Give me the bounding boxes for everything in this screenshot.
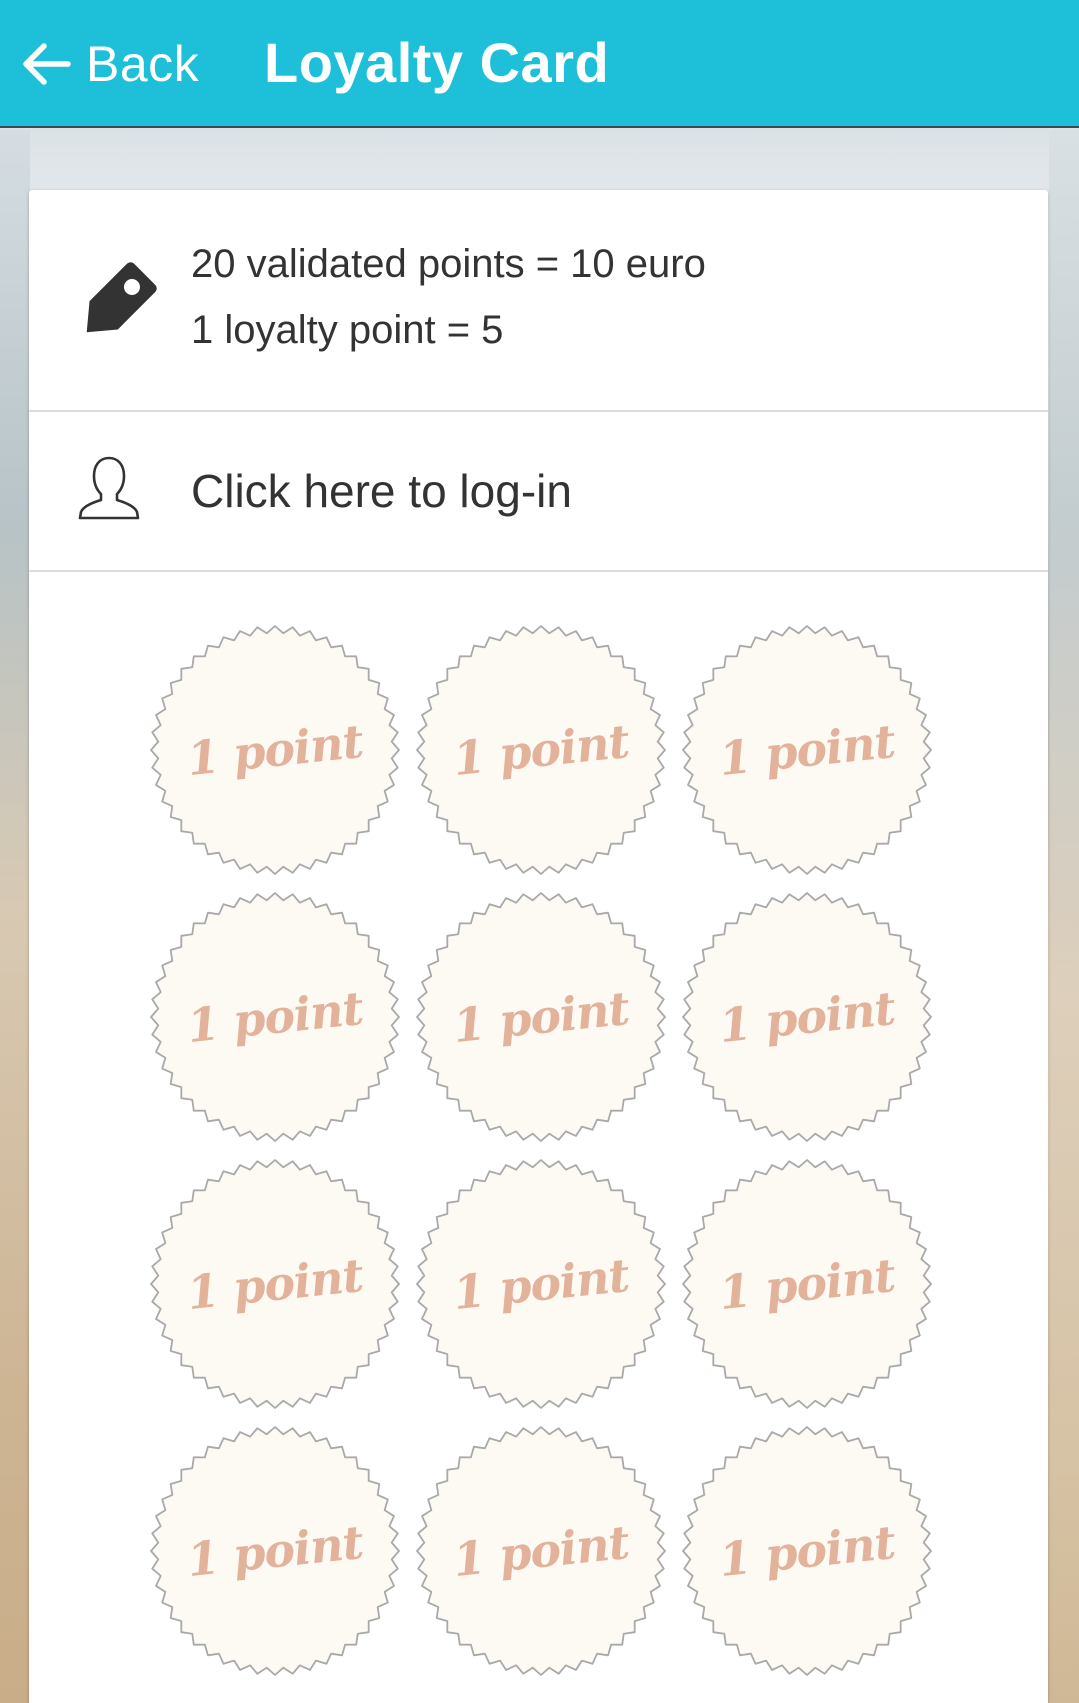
stamp-label: 1 point xyxy=(716,1514,898,1588)
arrow-left-icon xyxy=(23,43,71,85)
loyalty-card: 20 validated points = 10 euro 1 loyalty … xyxy=(29,190,1048,1703)
stamp-label: 1 point xyxy=(450,713,632,787)
stamp-label: 1 point xyxy=(450,1247,632,1321)
login-label: Click here to log-in xyxy=(191,465,572,517)
stamp-grid: 1 point 1 point 1 point 1 point 1 point 1 poi… xyxy=(29,572,1048,1703)
loyalty-info: 20 validated points = 10 euro 1 loyalty … xyxy=(29,190,1048,412)
points-value-text: 20 validated points = 10 euro xyxy=(191,242,706,286)
stamp-label: 1 point xyxy=(716,980,898,1054)
user-icon xyxy=(78,456,140,520)
point-stamp: 1 point xyxy=(681,1158,933,1410)
point-stamp: 1 point xyxy=(681,624,933,876)
point-stamp: 1 point xyxy=(415,1158,667,1410)
point-stamp: 1 point xyxy=(415,624,667,876)
loyalty-rate-text: 1 loyalty point = 5 xyxy=(191,308,504,352)
point-stamp: 1 point xyxy=(415,891,667,1143)
stamp-label: 1 point xyxy=(716,713,898,787)
page-title: Loyalty Card xyxy=(264,31,610,94)
app-header: Back Loyalty Card xyxy=(0,0,1079,128)
stamp-label: 1 point xyxy=(184,1514,366,1588)
stamp-label: 1 point xyxy=(184,713,366,787)
point-stamp: 1 point xyxy=(681,891,933,1143)
point-stamp: 1 point xyxy=(149,1425,401,1677)
login-row[interactable]: Click here to log-in xyxy=(29,412,1048,572)
stamp-label: 1 point xyxy=(184,980,366,1054)
stamp-label: 1 point xyxy=(184,1247,366,1321)
point-stamp: 1 point xyxy=(149,891,401,1143)
background-left xyxy=(0,130,30,1703)
stamp-label: 1 point xyxy=(450,1514,632,1588)
back-label: Back xyxy=(86,36,200,92)
stamp-label: 1 point xyxy=(716,1247,898,1321)
back-button[interactable]: Back xyxy=(18,26,199,102)
point-stamp: 1 point xyxy=(149,1158,401,1410)
point-stamp: 1 point xyxy=(149,624,401,876)
background-right xyxy=(1049,130,1079,1703)
stamp-label: 1 point xyxy=(450,980,632,1054)
point-stamp: 1 point xyxy=(415,1425,667,1677)
point-stamp: 1 point xyxy=(681,1425,933,1677)
tag-icon xyxy=(86,262,157,333)
